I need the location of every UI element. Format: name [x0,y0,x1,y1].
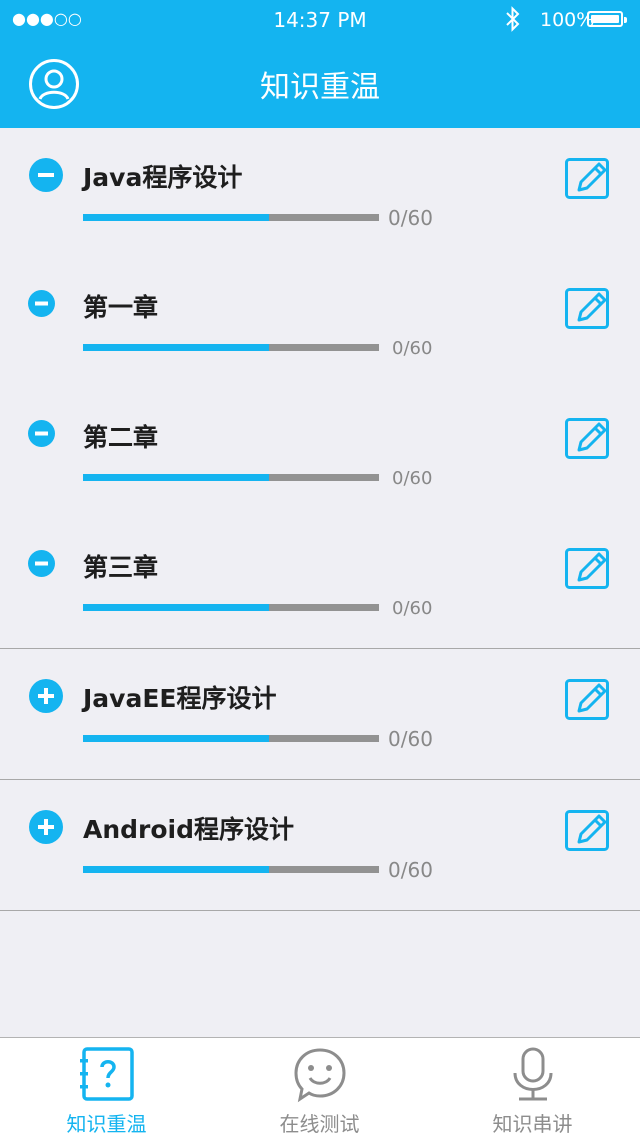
course-row: Android程序设计 0/60 [0,780,640,910]
edit-icon[interactable] [565,156,611,202]
progress-bar [83,214,379,221]
chapter-row: 第一章 0/60 [0,258,640,388]
chapter-title: 第二章 [83,423,159,452]
microphone-icon [513,1047,552,1101]
minus-circle-icon[interactable] [28,550,55,577]
progress-fill [83,735,270,742]
progress-count: 0/60 [392,338,433,359]
progress-count: 0/60 [392,468,433,489]
tab-label: 知识重温 [66,1112,147,1136]
tab-label: 在线测试 [279,1112,360,1136]
plus-circle-icon[interactable] [29,810,63,844]
status-bar: ●●●○○ 14:37 PM 100% [0,0,640,40]
progress-count: 0/60 [388,727,433,751]
page-title: 知识重温 [260,70,380,105]
progress-bar [83,866,379,873]
progress-count: 0/60 [388,206,433,230]
progress-bar [83,604,379,611]
chapter-row: 第二章 0/60 [0,388,640,518]
chapter-row: 第三章 0/60 [0,518,640,648]
course-row: JavaEE程序设计 0/60 [0,649,640,779]
progress-fill [83,344,270,351]
tab-knowledge-review[interactable]: 知识重温 [0,1038,213,1137]
bluetooth-icon [506,6,520,32]
chapter-title: 第一章 [83,293,159,322]
header: ●●●○○ 14:37 PM 100% 知识重温 [0,0,640,128]
plus-circle-icon[interactable] [29,679,63,713]
progress-count: 0/60 [388,858,433,882]
course-title: JavaEE程序设计 [83,684,277,713]
minus-circle-icon[interactable] [28,290,55,317]
progress-fill [83,866,270,873]
tab-online-test[interactable]: 在线测试 [213,1038,426,1137]
edit-icon[interactable] [565,677,611,723]
course-title: Java程序设计 [83,163,243,192]
smiley-chat-icon [293,1048,346,1103]
tab-label: 知识串讲 [492,1112,573,1136]
divider [0,910,640,911]
progress-bar [83,735,379,742]
progress-fill [83,474,270,481]
progress-count: 0/60 [392,598,433,619]
course-row: Java程序设计 0/60 [0,128,640,258]
course-title: Android程序设计 [83,815,295,844]
progress-fill [83,604,270,611]
tab-knowledge-lecture[interactable]: 知识串讲 [426,1038,639,1137]
edit-icon[interactable] [565,416,611,462]
tab-bar: 知识重温 在线测试 知识串讲 [0,1037,640,1137]
progress-bar [83,344,379,351]
edit-icon[interactable] [565,808,611,854]
chapter-title: 第三章 [83,553,159,582]
edit-icon[interactable] [565,286,611,332]
minus-circle-icon[interactable] [29,158,63,192]
minus-circle-icon[interactable] [28,420,55,447]
question-book-icon [79,1047,134,1101]
battery-icon [587,11,627,27]
progress-bar [83,474,379,481]
edit-icon[interactable] [565,546,611,592]
progress-fill [83,214,270,221]
